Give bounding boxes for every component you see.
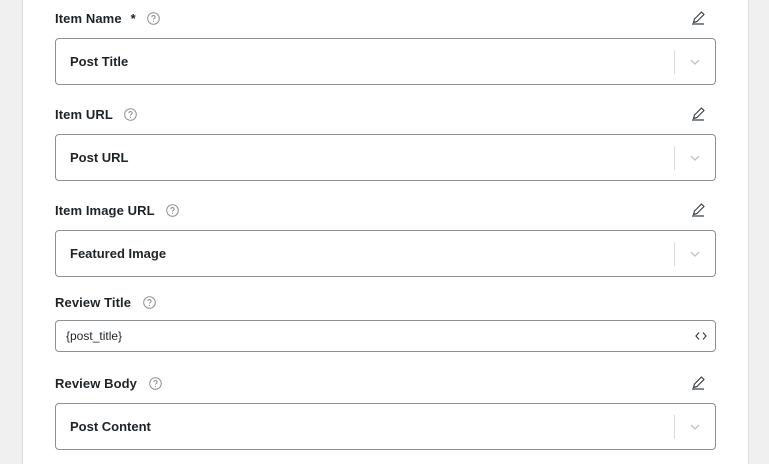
item-url-select[interactable]: Post URL (55, 134, 716, 181)
select-value: Featured Image (70, 246, 167, 261)
field-item-url: Item URL Post URL (55, 104, 716, 181)
pencil-icon[interactable] (688, 8, 708, 28)
pencil-icon[interactable] (688, 373, 708, 393)
help-icon[interactable] (142, 295, 156, 309)
field-label: Review Title (55, 294, 132, 310)
select-value: Post URL (70, 150, 129, 165)
chevron-down-icon[interactable] (675, 39, 715, 84)
item-image-url-select[interactable]: Featured Image (55, 230, 716, 277)
code-brackets-icon[interactable] (687, 331, 715, 341)
pencil-icon[interactable] (688, 104, 708, 124)
help-icon[interactable] (147, 11, 161, 25)
help-icon[interactable] (124, 107, 138, 121)
field-label: Item Name (55, 10, 122, 26)
field-item-image-url: Item Image URL Featured Image (55, 200, 716, 277)
field-review-title: Review Title {post_title} (55, 292, 716, 352)
field-label: Item URL (55, 106, 113, 122)
select-value: Post Content (70, 419, 151, 434)
chevron-down-icon[interactable] (675, 231, 715, 276)
input-value: {post_title} (66, 329, 123, 343)
chevron-down-icon[interactable] (675, 404, 715, 449)
field-item-name: Item Name * Post Title (55, 8, 716, 85)
help-icon[interactable] (148, 376, 162, 390)
field-label: Item Image URL (55, 202, 155, 218)
select-value: Post Title (70, 54, 129, 69)
review-title-input[interactable]: {post_title} (55, 320, 716, 352)
field-review-body: Review Body Post Content (55, 373, 716, 450)
pencil-icon[interactable] (688, 200, 708, 220)
review-body-select[interactable]: Post Content (55, 403, 716, 450)
help-icon[interactable] (166, 203, 180, 217)
chevron-down-icon[interactable] (675, 135, 715, 180)
required-marker: * (130, 10, 136, 26)
field-label: Review Body (55, 375, 138, 391)
item-name-select[interactable]: Post Title (55, 38, 716, 85)
